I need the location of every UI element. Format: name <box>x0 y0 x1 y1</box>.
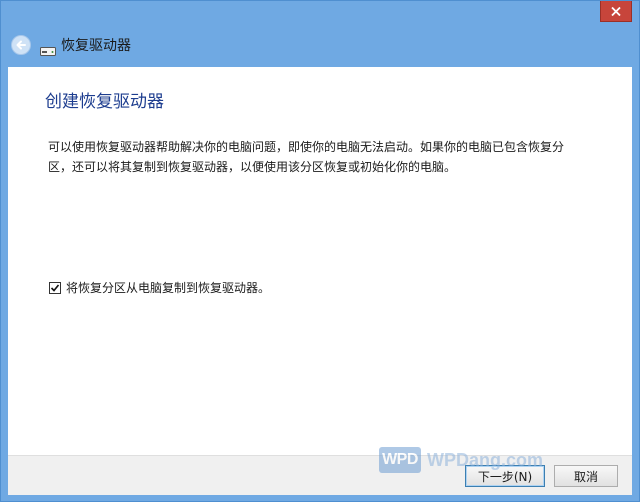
content-panel: 创建恢复驱动器 可以使用恢复驱动器帮助解决你的电脑问题，即使你的电脑无法启动。如… <box>8 67 632 455</box>
window-title: 恢复驱动器 <box>61 38 131 54</box>
recovery-drive-window: 恢复驱动器 创建恢复驱动器 可以使用恢复驱动器帮助解决你的电脑问题，即使你的电脑… <box>0 0 640 502</box>
page-heading: 创建恢复驱动器 <box>45 92 164 112</box>
watermark-text: WPDang.com <box>427 449 544 470</box>
back-arrow-icon <box>16 40 26 50</box>
close-icon <box>611 6 621 16</box>
header-bar: 恢复驱动器 <box>1 23 639 67</box>
close-button[interactable] <box>600 1 632 22</box>
watermark-logo: WPD <box>379 447 421 473</box>
copy-partition-option[interactable]: 将恢复分区从电脑复制到恢复驱动器。 <box>49 279 270 296</box>
back-button[interactable] <box>11 35 31 55</box>
copy-partition-checkbox[interactable] <box>49 281 61 294</box>
drive-icon <box>40 41 56 56</box>
description-text: 可以使用恢复驱动器帮助解决你的电脑问题，即使你的电脑无法启动。如果你的电脑已包含… <box>48 140 565 174</box>
copy-partition-label: 将恢复分区从电脑复制到恢复驱动器。 <box>66 281 271 295</box>
watermark: WPD WPDang.com <box>379 447 543 473</box>
checkmark-icon <box>50 283 60 292</box>
cancel-button[interactable]: 取消 <box>554 465 618 487</box>
